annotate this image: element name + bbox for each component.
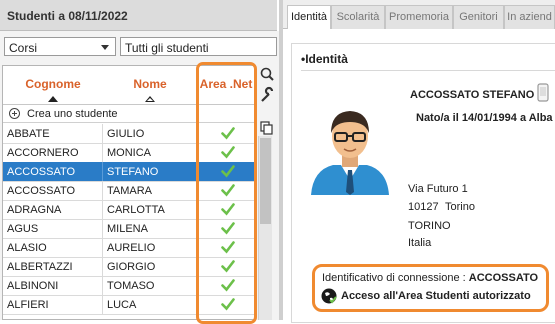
column-separator bbox=[102, 162, 103, 181]
cell-name: MONICA bbox=[107, 147, 151, 159]
address-city-small: Torino bbox=[445, 201, 475, 213]
copy-icon[interactable] bbox=[260, 121, 273, 135]
cell-surname: ABBATE bbox=[7, 128, 50, 140]
access-authorized-text: Acceso all'Area Studenti autorizzato bbox=[341, 290, 531, 302]
cell-surname: ADRAGNA bbox=[7, 204, 62, 216]
tab-genitori-label: Genitori bbox=[459, 11, 498, 23]
cell-surname: ALBERTAZZI bbox=[7, 261, 73, 273]
tab-identita-label: Identità bbox=[290, 11, 328, 23]
section-divider bbox=[301, 70, 555, 71]
cell-name: CARLOTTA bbox=[107, 204, 165, 216]
address-country: Italia bbox=[408, 237, 432, 249]
courses-dropdown-value: Corsi bbox=[9, 41, 38, 55]
cell-name: AURELIO bbox=[107, 242, 156, 254]
cell-surname: ACCOSSATO bbox=[7, 166, 76, 178]
tab-bar: Identità Scolarità Promemoria Genitori I… bbox=[283, 0, 555, 30]
side-toolbar bbox=[258, 65, 276, 137]
globe-check-icon bbox=[321, 288, 337, 304]
students-filter-value: Tutti gli studenti bbox=[125, 41, 209, 55]
column-header-surname-label: Cognome bbox=[25, 77, 81, 91]
column-separator bbox=[102, 238, 103, 257]
tab-promemoria[interactable]: Promemoria bbox=[385, 5, 453, 29]
tab-in-azienda-label: In aziend bbox=[507, 11, 552, 23]
column-separator bbox=[102, 143, 103, 162]
cell-surname: ACCORNERO bbox=[7, 147, 79, 159]
column-separator bbox=[102, 276, 103, 295]
left-panel-title: Studenti a 08/11/2022 bbox=[7, 9, 128, 23]
cell-surname: ALFIERI bbox=[7, 299, 49, 311]
column-header-name-label: Nome bbox=[133, 77, 167, 91]
tab-promemoria-label: Promemoria bbox=[389, 11, 449, 23]
column-separator bbox=[102, 181, 103, 200]
address-street: Via Futuro 1 bbox=[408, 183, 468, 195]
courses-dropdown[interactable]: Corsi bbox=[4, 37, 116, 56]
area-net-highlight bbox=[196, 62, 257, 324]
column-separator bbox=[102, 219, 103, 238]
cell-name: STEFANO bbox=[107, 166, 159, 178]
column-separator bbox=[102, 124, 103, 143]
tab-scolarita-label: Scolarità bbox=[336, 11, 380, 23]
connection-info: Identificativo di connessione : ACCOSSAT… bbox=[322, 272, 538, 284]
sort-asc-icon bbox=[48, 96, 58, 102]
sort-indicator-icon bbox=[145, 96, 155, 102]
column-separator bbox=[102, 295, 103, 314]
scrollbar-thumb[interactable] bbox=[260, 138, 271, 224]
cell-surname: AGUS bbox=[7, 223, 39, 235]
birth-info: Nato/a il 14/01/1994 a Alba - bbox=[416, 112, 555, 124]
cell-name: GIORGIO bbox=[107, 261, 156, 273]
left-panel-header: Studenti a 08/11/2022 bbox=[0, 0, 277, 31]
create-student-label: Crea uno studente bbox=[27, 108, 118, 120]
cell-name: MILENA bbox=[107, 223, 148, 235]
avatar bbox=[305, 100, 395, 195]
column-header-surname[interactable]: Cognome bbox=[3, 66, 104, 105]
students-filter-field[interactable]: Tutti gli studenti bbox=[120, 37, 277, 56]
column-separator bbox=[102, 257, 103, 276]
cell-surname: ACCOSSATO bbox=[7, 185, 76, 197]
connection-id: ACCOSSATO bbox=[468, 272, 539, 284]
tab-in-azienda[interactable]: In aziend bbox=[504, 5, 555, 29]
connection-label: Identificativo di connessione : bbox=[322, 272, 466, 284]
address-city: TORINO bbox=[408, 220, 451, 232]
cell-name: LUCA bbox=[107, 299, 137, 311]
column-header-name[interactable]: Nome bbox=[103, 66, 198, 105]
phone-icon[interactable] bbox=[535, 83, 551, 103]
tab-identita[interactable]: Identità bbox=[287, 5, 331, 30]
wrench-icon[interactable] bbox=[261, 86, 274, 102]
tab-scolarita[interactable]: Scolarità bbox=[331, 5, 385, 29]
cell-name: GIULIO bbox=[107, 128, 145, 140]
student-name: ACCOSSATO STEFANO bbox=[410, 89, 535, 101]
add-circle-icon bbox=[9, 108, 20, 119]
cell-surname: ALBINONI bbox=[7, 280, 59, 292]
search-icon[interactable] bbox=[260, 67, 274, 81]
chevron-down-icon bbox=[101, 45, 109, 50]
address-cap: 10127 bbox=[408, 201, 439, 213]
tab-genitori[interactable]: Genitori bbox=[453, 5, 504, 29]
cell-name: TOMASO bbox=[107, 280, 155, 292]
cell-surname: ALASIO bbox=[7, 242, 47, 254]
section-title: •Identità bbox=[301, 52, 348, 66]
column-separator bbox=[102, 200, 103, 219]
cell-name: TAMARA bbox=[107, 185, 153, 197]
